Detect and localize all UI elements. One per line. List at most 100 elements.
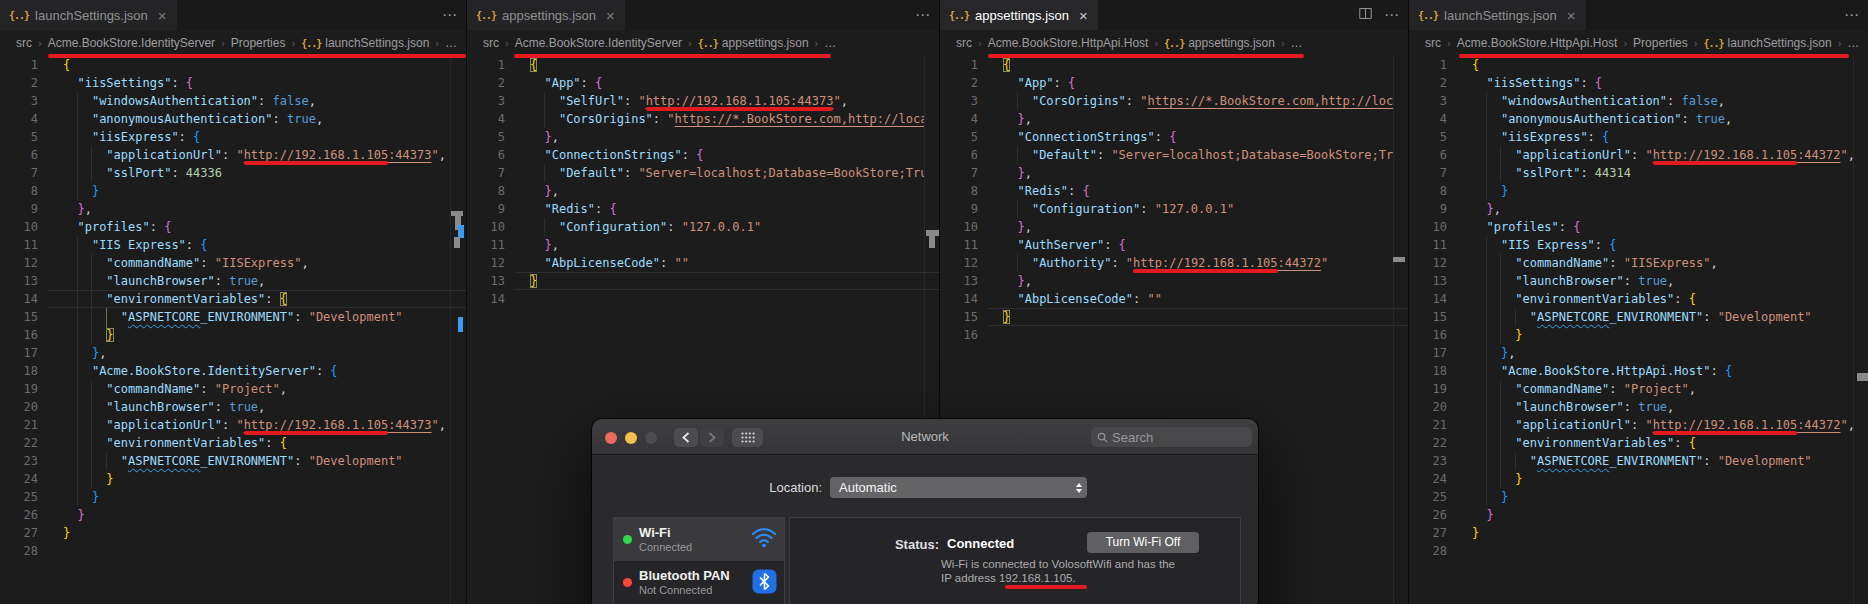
breadcrumb-separator-icon: ›	[505, 37, 509, 49]
tab-launchsettings-identityserver[interactable]: {..}launchSettings.json×	[0, 0, 177, 30]
location-dropdown[interactable]: Automatic	[830, 477, 1087, 498]
breadcrumb-item[interactable]: Acme.BookStore.HttpApi.Host	[1457, 36, 1618, 50]
line-number: 8	[1409, 182, 1447, 200]
code-line: 13 "launchBrowser": true,	[0, 272, 452, 290]
breadcrumb-item[interactable]: Acme.BookStore.IdentityServer	[515, 36, 682, 50]
close-icon[interactable]: ×	[1079, 7, 1088, 24]
code-line: 20 "launchBrowser": true,	[1409, 398, 1854, 416]
wifi-icon	[751, 526, 777, 552]
line-number: 2	[467, 74, 505, 92]
tab-label: appsettings.json	[502, 8, 596, 23]
breadcrumb-item[interactable]: src	[956, 36, 972, 50]
breadcrumb-item[interactable]: …	[824, 36, 836, 50]
breadcrumb-item[interactable]: Acme.BookStore.IdentityServer	[48, 36, 215, 50]
code-line: 9 "Configuration": "127.0.0.1"	[940, 200, 1394, 218]
line-number: 9	[1409, 200, 1447, 218]
code-line: 10 "Configuration": "127.0.0.1"	[467, 218, 925, 236]
more-actions-icon[interactable]: ⋯	[1384, 6, 1400, 24]
line-number: 3	[1409, 92, 1447, 110]
close-icon[interactable]: ×	[158, 7, 167, 24]
line-number: 18	[0, 362, 38, 380]
editor-actions: ⋯	[442, 0, 458, 30]
code-line: 8 }	[0, 182, 452, 200]
breadcrumb-item[interactable]: {..}appsettings.json	[698, 36, 809, 50]
close-icon[interactable]: ×	[606, 7, 615, 24]
ip-red-underline-annotation	[1005, 585, 1087, 589]
breadcrumb-separator-icon: ›	[688, 37, 692, 49]
code-area[interactable]: 1{2 "iisSettings": {3 "windowsAuthentica…	[1409, 56, 1854, 604]
more-actions-icon[interactable]: ⋯	[1844, 6, 1860, 24]
line-number: 1	[467, 56, 505, 74]
breadcrumb-red-underline-annotation	[1459, 54, 1849, 58]
line-number: 11	[0, 236, 38, 254]
json-file-icon: {..}	[476, 10, 496, 21]
line-number: 1	[1409, 56, 1447, 74]
line-number: 8	[467, 182, 505, 200]
code-area[interactable]: 1{2 "iisSettings": {3 "windowsAuthentica…	[0, 56, 452, 604]
line-number: 15	[940, 308, 978, 326]
tab-label: launchSettings.json	[1444, 8, 1557, 23]
breadcrumb-item[interactable]: Properties	[1633, 36, 1688, 50]
connection-row-wi-fi[interactable]: Wi-FiConnected	[614, 518, 784, 561]
status-panel: Status: Connected Turn Wi-Fi Off Wi-Fi i…	[789, 517, 1241, 604]
code-line: 15 "ASPNETCORE_ENVIRONMENT": "Developmen…	[0, 308, 452, 326]
line-number: 8	[0, 182, 38, 200]
line-number: 4	[0, 110, 38, 128]
breadcrumb-item[interactable]: Acme.BookStore.HttpApi.Host	[988, 36, 1149, 50]
code-line: 6 "ConnectionStrings": {	[467, 146, 925, 164]
tab-bar: {..} appsettings.json × ⋯	[467, 0, 939, 30]
close-icon[interactable]: ×	[1567, 7, 1576, 24]
code-line: 4 "CorsOrigins": "https://*.BookStore.co…	[467, 110, 925, 128]
line-number: 15	[0, 308, 38, 326]
breadcrumb-item[interactable]: …	[445, 36, 457, 50]
code-line: 3 "SelfUrl": "http://192.168.1.105:44373…	[467, 92, 925, 110]
code-line: 6 "Default": "Server=localhost;Database=…	[940, 146, 1394, 164]
line-number: 17	[0, 344, 38, 362]
dialog-titlebar[interactable]: Network Search	[592, 419, 1258, 455]
tab-appsettings-identityserver[interactable]: {..} appsettings.json ×	[467, 0, 625, 30]
tab-launchsettings-httpapihost[interactable]: {..}launchSettings.json×	[1409, 0, 1586, 30]
split-editor-icon[interactable]	[1359, 6, 1372, 24]
status-value: Connected	[947, 536, 1014, 551]
breadcrumb-separator-icon: ›	[291, 37, 295, 49]
breadcrumb-item[interactable]: …	[1291, 36, 1303, 50]
breadcrumb-item[interactable]: Properties	[231, 36, 286, 50]
breadcrumb-red-underline-annotation	[48, 54, 466, 58]
tab-appsettings-httpapihost[interactable]: {..}appsettings.json×	[940, 0, 1098, 30]
code-line: 14	[467, 290, 925, 308]
breadcrumb-separator-icon: ›	[1694, 37, 1698, 49]
code-line: 23 "ASPNETCORE_ENVIRONMENT": "Developmen…	[1409, 452, 1854, 470]
breadcrumb-item[interactable]: {..}launchSettings.json	[301, 36, 429, 50]
breadcrumb-separator-icon: ›	[1447, 37, 1451, 49]
breadcrumb-item[interactable]: src	[483, 36, 499, 50]
tab-label: appsettings.json	[975, 8, 1069, 23]
more-actions-icon[interactable]: ⋯	[442, 6, 458, 24]
line-number: 7	[467, 164, 505, 182]
code-line: 19 "commandName": "Project",	[0, 380, 452, 398]
more-actions-icon[interactable]: ⋯	[915, 6, 931, 24]
line-number: 4	[1409, 110, 1447, 128]
code-line: 1{	[1409, 56, 1854, 74]
breadcrumb: src › Acme.BookStore.IdentityServer › {..}ap…	[467, 30, 939, 56]
breadcrumb-item[interactable]: src	[16, 36, 32, 50]
bluetooth-icon	[752, 569, 777, 598]
breadcrumb-item[interactable]: src	[1425, 36, 1441, 50]
status-dot	[623, 535, 632, 544]
breadcrumb-item[interactable]: {..}appsettings.json	[1164, 36, 1275, 50]
line-number: 1	[940, 56, 978, 74]
turn-wifi-off-button[interactable]: Turn Wi-Fi Off	[1087, 532, 1199, 553]
code-line: 15}	[940, 308, 1394, 326]
ip-address: 192.168.1.105.	[999, 572, 1076, 584]
search-input[interactable]: Search	[1091, 427, 1252, 447]
line-number: 20	[1409, 398, 1447, 416]
code-line: 17 },	[1409, 344, 1854, 362]
breadcrumb-separator-icon: ›	[815, 37, 819, 49]
code-line: 24 }	[0, 470, 452, 488]
code-line: 1{	[940, 56, 1394, 74]
breadcrumb-item[interactable]: …	[1847, 36, 1859, 50]
code-line: 14 "AbpLicenseCode": ""	[940, 290, 1394, 308]
breadcrumb-item[interactable]: {..}launchSettings.json	[1703, 36, 1831, 50]
breadcrumb-separator-icon: ›	[1623, 37, 1627, 49]
connection-row-bluetooth-pan[interactable]: Bluetooth PANNot Connected	[614, 561, 784, 604]
line-number: 5	[940, 128, 978, 146]
